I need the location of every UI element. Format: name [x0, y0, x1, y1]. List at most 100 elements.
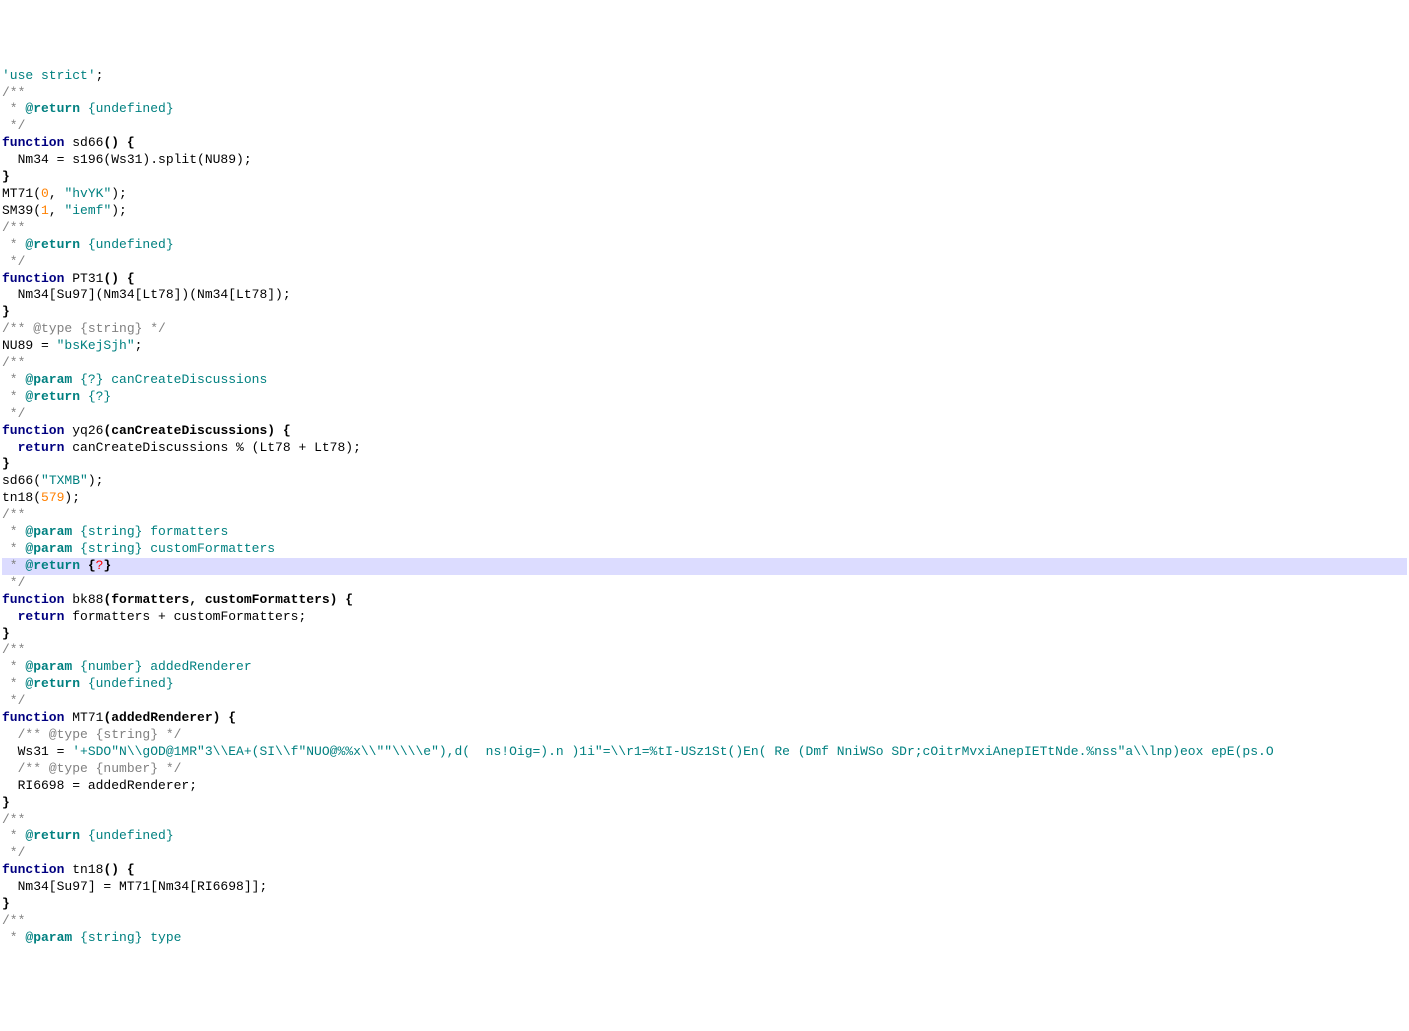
code-token: * [2, 558, 25, 573]
code-line[interactable]: /** [2, 507, 1407, 524]
code-line[interactable]: } [2, 304, 1407, 321]
code-line[interactable]: function sd66() { [2, 135, 1407, 152]
code-line[interactable]: function tn18() { [2, 862, 1407, 879]
code-token: } [2, 304, 10, 319]
code-token: {undefined} [80, 101, 174, 116]
code-line[interactable]: MT71(0, "hvYK"); [2, 186, 1407, 203]
code-line[interactable]: * @param {?} canCreateDiscussions [2, 372, 1407, 389]
code-line[interactable]: * @return {?} [2, 558, 1407, 575]
code-token: "hvYK" [64, 186, 111, 201]
code-line[interactable]: function yq26(canCreateDiscussions) { [2, 423, 1407, 440]
code-token: return [18, 440, 65, 455]
code-token: ); [88, 473, 104, 488]
code-line[interactable]: NU89 = "bsKejSjh"; [2, 338, 1407, 355]
code-token: sd66 [64, 135, 103, 150]
code-line[interactable]: Nm34[Su97] = MT71[Nm34[RI6698]]; [2, 879, 1407, 896]
code-editor[interactable]: 'use strict';/** * @return {undefined} *… [0, 68, 1409, 947]
code-token: "bsKejSjh" [57, 338, 135, 353]
code-token: canCreateDiscussions % (Lt78 + Lt78); [64, 440, 360, 455]
code-token: } [2, 456, 10, 471]
code-line[interactable]: * @param {string} customFormatters [2, 541, 1407, 558]
code-line[interactable]: return canCreateDiscussions % (Lt78 + Lt… [2, 440, 1407, 457]
code-line[interactable]: /** [2, 220, 1407, 237]
code-token: /** [2, 812, 25, 827]
code-token: ; [135, 338, 143, 353]
code-line[interactable]: */ [2, 254, 1407, 271]
code-token: (canCreateDiscussions) { [103, 423, 290, 438]
code-line[interactable]: /** @type {number} */ [2, 761, 1407, 778]
code-line[interactable]: * @param {string} formatters [2, 524, 1407, 541]
code-line[interactable]: 'use strict'; [2, 68, 1407, 85]
code-token: @param [25, 372, 72, 387]
code-line[interactable]: } [2, 456, 1407, 473]
code-line[interactable]: /** @type {string} */ [2, 727, 1407, 744]
code-line[interactable]: SM39(1, "iemf"); [2, 203, 1407, 220]
code-line[interactable]: * @param {number} addedRenderer [2, 659, 1407, 676]
code-token: function [2, 862, 64, 877]
code-token: } [2, 795, 10, 810]
code-token: * [2, 101, 25, 116]
code-token: function [2, 271, 64, 286]
code-line[interactable]: Nm34 = s196(Ws31).split(NU89); [2, 152, 1407, 169]
code-token: formatters + customFormatters; [64, 609, 306, 624]
code-line[interactable]: } [2, 169, 1407, 186]
code-line[interactable]: /** @type {string} */ [2, 321, 1407, 338]
code-token: Ws31 = [2, 744, 72, 759]
code-line[interactable]: /** [2, 913, 1407, 930]
code-token: function [2, 423, 64, 438]
code-line[interactable]: } [2, 896, 1407, 913]
code-line[interactable]: /** [2, 812, 1407, 829]
code-line[interactable]: * @return {?} [2, 389, 1407, 406]
code-token: , [49, 203, 65, 218]
code-token: return [18, 609, 65, 624]
code-line[interactable]: */ [2, 118, 1407, 135]
code-line[interactable]: * @return {undefined} [2, 676, 1407, 693]
code-line[interactable]: */ [2, 406, 1407, 423]
code-token: MT71 [64, 710, 103, 725]
code-token: {?} [72, 372, 103, 387]
code-line[interactable]: function PT31() { [2, 271, 1407, 288]
code-line[interactable]: Nm34[Su97](Nm34[Lt78])(Nm34[Lt78]); [2, 287, 1407, 304]
code-token: type [142, 930, 181, 945]
code-token: {string} [72, 930, 142, 945]
code-line[interactable]: Ws31 = '+SDO"N\\gOD@1MR"3\\EA+(SI\\f"NUO… [2, 744, 1407, 761]
code-token: * [2, 659, 25, 674]
code-token: Nm34 = s196(Ws31).split(NU89); [2, 152, 252, 167]
code-token: * [2, 828, 25, 843]
code-token: MT71( [2, 186, 41, 201]
code-line[interactable]: RI6698 = addedRenderer; [2, 778, 1407, 795]
code-line[interactable]: } [2, 795, 1407, 812]
code-token: { [80, 558, 96, 573]
code-token: () { [103, 271, 134, 286]
code-line[interactable]: */ [2, 575, 1407, 592]
code-token: * [2, 541, 25, 556]
code-token: * [2, 372, 25, 387]
code-token: '+SDO"N\\gOD@1MR"3\\EA+(SI\\f"NUO@%%x\\"… [72, 744, 1273, 759]
code-line[interactable]: */ [2, 845, 1407, 862]
code-line[interactable]: * @param {string} type [2, 930, 1407, 947]
code-token: /** @type {string} */ [2, 321, 166, 336]
code-token: /** [2, 220, 25, 235]
code-line[interactable]: return formatters + customFormatters; [2, 609, 1407, 626]
code-token: {string} [72, 524, 142, 539]
code-token: function [2, 135, 64, 150]
code-line[interactable]: /** [2, 355, 1407, 372]
code-line[interactable]: } [2, 626, 1407, 643]
code-line[interactable]: * @return {undefined} [2, 101, 1407, 118]
code-token: addedRenderer [142, 659, 251, 674]
code-line[interactable]: function bk88(formatters, customFormatte… [2, 592, 1407, 609]
code-token: @return [25, 828, 80, 843]
code-token: /** [2, 355, 25, 370]
code-line[interactable]: sd66("TXMB"); [2, 473, 1407, 490]
code-token: SM39( [2, 203, 41, 218]
code-line[interactable]: tn18(579); [2, 490, 1407, 507]
code-token: customFormatters [142, 541, 275, 556]
code-line[interactable]: /** [2, 642, 1407, 659]
code-line[interactable]: function MT71(addedRenderer) { [2, 710, 1407, 727]
code-line[interactable]: * @return {undefined} [2, 828, 1407, 845]
code-line[interactable]: */ [2, 693, 1407, 710]
code-line[interactable]: /** [2, 85, 1407, 102]
code-line[interactable]: * @return {undefined} [2, 237, 1407, 254]
code-token: /** @type {string} */ [18, 727, 182, 742]
code-token: * [2, 930, 25, 945]
